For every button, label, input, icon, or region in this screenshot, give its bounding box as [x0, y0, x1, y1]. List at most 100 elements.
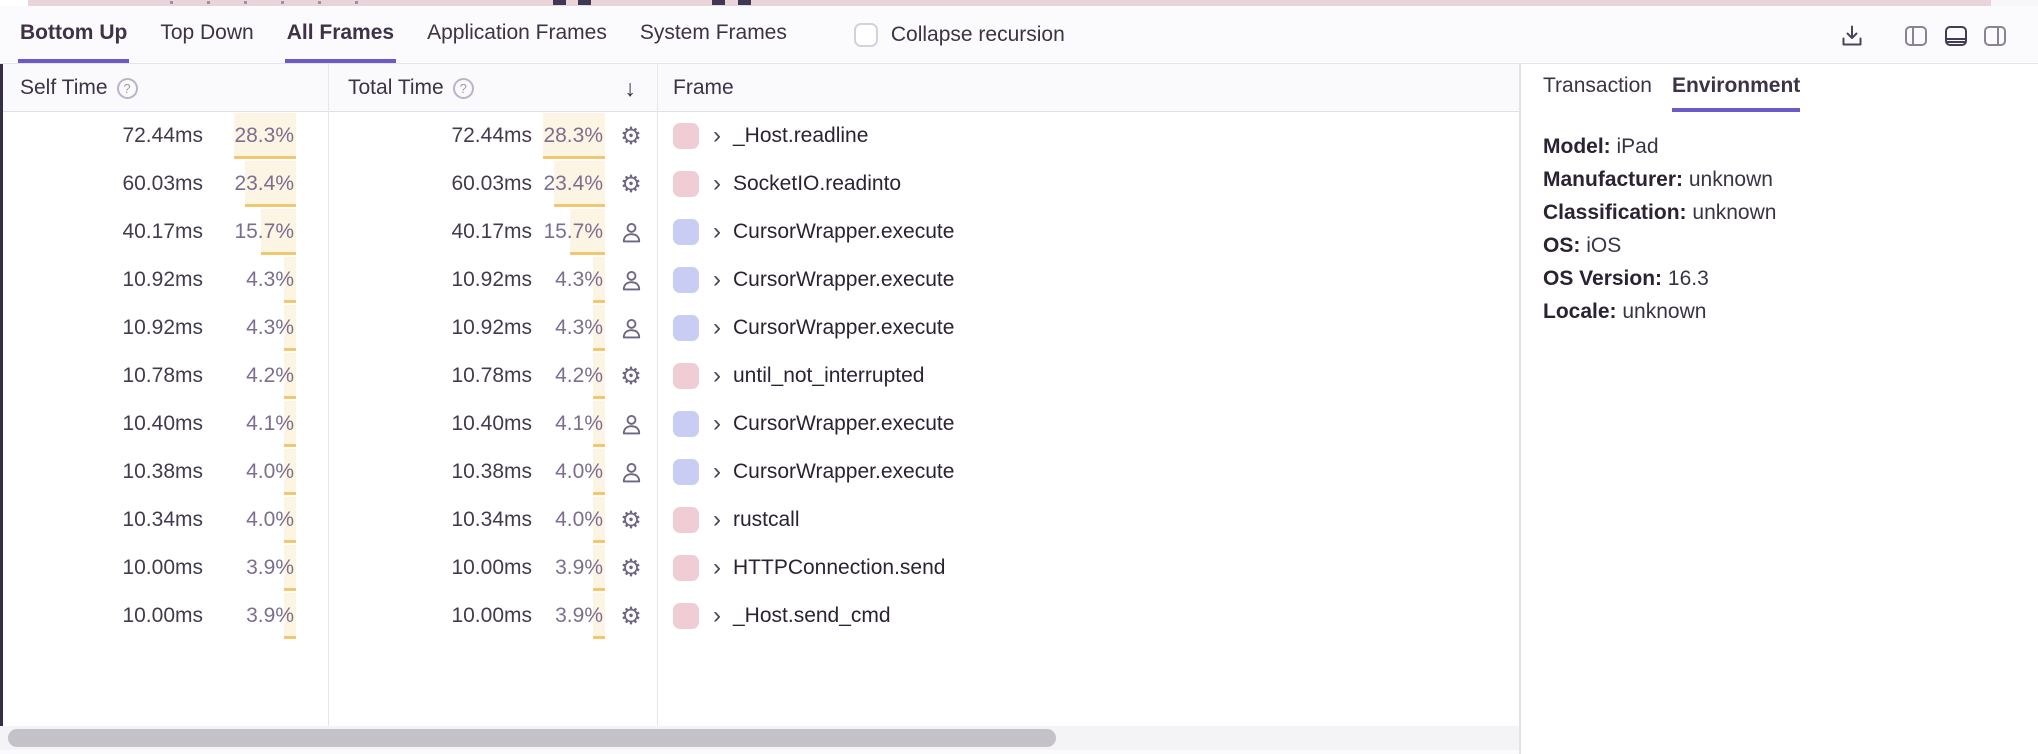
table-row[interactable]: 10.00ms 3.9% 10.00ms 3.9% ⚙ › _Host.send…	[0, 592, 1521, 640]
horizontal-scrollbar[interactable]	[0, 726, 1519, 750]
frame-type-icon-slot	[617, 448, 645, 496]
frame-name: _Host.readline	[733, 124, 868, 148]
table-row[interactable]: 72.44ms 28.3% 72.44ms 28.3% ⚙ › _Host.re…	[0, 112, 1521, 160]
tab-bottom-up[interactable]: Bottom Up	[18, 6, 129, 63]
chevron-right-icon[interactable]: ›	[713, 412, 721, 436]
frame-cell[interactable]: › HTTPConnection.send	[658, 544, 1521, 592]
frame-cell[interactable]: › until_not_interrupted	[658, 352, 1521, 400]
frame-color-swatch	[673, 219, 699, 245]
minimap-tick	[281, 1, 284, 4]
table-row[interactable]: 40.17ms 15.7% 40.17ms 15.7% › CursorWrap…	[0, 208, 1521, 256]
tab-top-down[interactable]: Top Down	[158, 6, 255, 63]
column-divider	[657, 64, 658, 726]
total-time-cell: 10.38ms 4.0%	[329, 448, 658, 496]
gear-icon: ⚙	[620, 124, 642, 148]
self-time-header[interactable]: Self Time ?	[20, 64, 138, 112]
person-icon	[619, 412, 644, 437]
environment-field-value: iPad	[1617, 135, 1659, 158]
chevron-right-icon[interactable]: ›	[713, 508, 721, 532]
total-time-percent: 4.0%	[555, 448, 603, 496]
bottom-strip	[0, 750, 1519, 754]
environment-field: Classification: unknown	[1543, 196, 2038, 229]
column-divider	[328, 64, 329, 726]
tab-transaction[interactable]: Transaction	[1543, 64, 1652, 112]
self-time-value: 10.00ms	[122, 592, 203, 640]
frame-type-icon-slot	[617, 208, 645, 256]
frame-cell[interactable]: › rustcall	[658, 496, 1521, 544]
help-icon[interactable]: ?	[453, 78, 474, 99]
frame-cell[interactable]: › CursorWrapper.execute	[658, 256, 1521, 304]
total-time-value: 10.00ms	[451, 544, 532, 592]
layout-bottom-icon[interactable]	[1943, 23, 1969, 49]
table-row[interactable]: 10.78ms 4.2% 10.78ms 4.2% ⚙ › until_not_…	[0, 352, 1521, 400]
layout-right-icon[interactable]	[1982, 23, 2008, 49]
frame-color-swatch	[673, 171, 699, 197]
frame-color-swatch	[673, 363, 699, 389]
tab-system-frames[interactable]: System Frames	[638, 6, 789, 63]
environment-field-label: OS Version:	[1543, 267, 1662, 290]
chevron-right-icon[interactable]: ›	[713, 604, 721, 628]
gear-icon: ⚙	[620, 556, 642, 580]
tab-application-frames[interactable]: Application Frames	[425, 6, 609, 63]
table-row[interactable]: 10.92ms 4.3% 10.92ms 4.3% › CursorWrappe…	[0, 304, 1521, 352]
table-row[interactable]: 10.34ms 4.0% 10.34ms 4.0% ⚙ › rustcall	[0, 496, 1521, 544]
table-row[interactable]: 10.92ms 4.3% 10.92ms 4.3% › CursorWrappe…	[0, 256, 1521, 304]
self-time-value: 10.78ms	[122, 352, 203, 400]
chevron-right-icon[interactable]: ›	[713, 556, 721, 580]
download-icon[interactable]	[1839, 23, 1865, 49]
frame-type-icon-slot	[617, 304, 645, 352]
horizontal-scrollbar-thumb[interactable]	[8, 729, 1056, 747]
table-row[interactable]: 60.03ms 23.4% 60.03ms 23.4% ⚙ › SocketIO…	[0, 160, 1521, 208]
self-time-percent: 4.3%	[246, 304, 294, 352]
chevron-right-icon[interactable]: ›	[713, 172, 721, 196]
frame-cell[interactable]: › _Host.readline	[658, 112, 1521, 160]
frame-cell[interactable]: › CursorWrapper.execute	[658, 304, 1521, 352]
self-time-percent: 23.4%	[234, 160, 294, 208]
table-row[interactable]: 10.40ms 4.1% 10.40ms 4.1% › CursorWrappe…	[0, 400, 1521, 448]
tab-environment[interactable]: Environment	[1672, 64, 1800, 112]
chevron-right-icon[interactable]: ›	[713, 124, 721, 148]
total-time-value: 10.40ms	[451, 400, 532, 448]
self-time-percent: 4.0%	[246, 496, 294, 544]
frame-name: HTTPConnection.send	[733, 556, 945, 580]
layout-left-icon[interactable]	[1903, 23, 1929, 49]
table-row[interactable]: 10.00ms 3.9% 10.00ms 3.9% ⚙ › HTTPConnec…	[0, 544, 1521, 592]
frame-type-icon-slot: ⚙	[617, 496, 645, 544]
table-row[interactable]: 10.38ms 4.0% 10.38ms 4.0% › CursorWrappe…	[0, 448, 1521, 496]
chevron-right-icon[interactable]: ›	[713, 268, 721, 292]
frame-cell[interactable]: › SocketIO.readinto	[658, 160, 1521, 208]
total-time-header[interactable]: Total Time ?	[348, 64, 474, 112]
frame-type-icon-slot	[617, 256, 645, 304]
environment-field: OS Version: 16.3	[1543, 262, 2038, 295]
self-time-percent: 4.2%	[246, 352, 294, 400]
frame-cell[interactable]: › CursorWrapper.execute	[658, 208, 1521, 256]
environment-field-value: iOS	[1586, 234, 1621, 257]
total-time-percent: 3.9%	[555, 544, 603, 592]
frame-name: CursorWrapper.execute	[733, 412, 954, 436]
total-time-cell: 40.17ms 15.7%	[329, 208, 658, 256]
chevron-right-icon[interactable]: ›	[713, 316, 721, 340]
gear-icon: ⚙	[620, 172, 642, 196]
chevron-right-icon[interactable]: ›	[713, 460, 721, 484]
tab-all-frames[interactable]: All Frames	[285, 6, 396, 63]
environment-field: OS: iOS	[1543, 229, 2038, 262]
environment-field-label: Model:	[1543, 135, 1611, 158]
environment-field-value: unknown	[1622, 300, 1706, 323]
frame-color-swatch	[673, 555, 699, 581]
self-time-cell: 10.34ms 4.0%	[0, 496, 329, 544]
frame-color-swatch	[673, 411, 699, 437]
environment-field-value: 16.3	[1668, 267, 1709, 290]
chevron-right-icon[interactable]: ›	[713, 364, 721, 388]
help-icon[interactable]: ?	[117, 78, 138, 99]
table-header: Self Time ? Total Time ? ↓ Frame	[0, 64, 1521, 112]
collapse-recursion-checkbox[interactable]	[854, 23, 878, 47]
self-time-value: 10.34ms	[122, 496, 203, 544]
frame-cell[interactable]: › _Host.send_cmd	[658, 592, 1521, 640]
frame-cell[interactable]: › CursorWrapper.execute	[658, 400, 1521, 448]
self-time-value: 60.03ms	[122, 160, 203, 208]
chevron-right-icon[interactable]: ›	[713, 220, 721, 244]
environment-details: Model: iPad Manufacturer: unknown Classi…	[1521, 112, 2038, 328]
frame-cell[interactable]: › CursorWrapper.execute	[658, 448, 1521, 496]
total-time-percent: 4.2%	[555, 352, 603, 400]
sort-descending-icon[interactable]: ↓	[616, 64, 644, 112]
